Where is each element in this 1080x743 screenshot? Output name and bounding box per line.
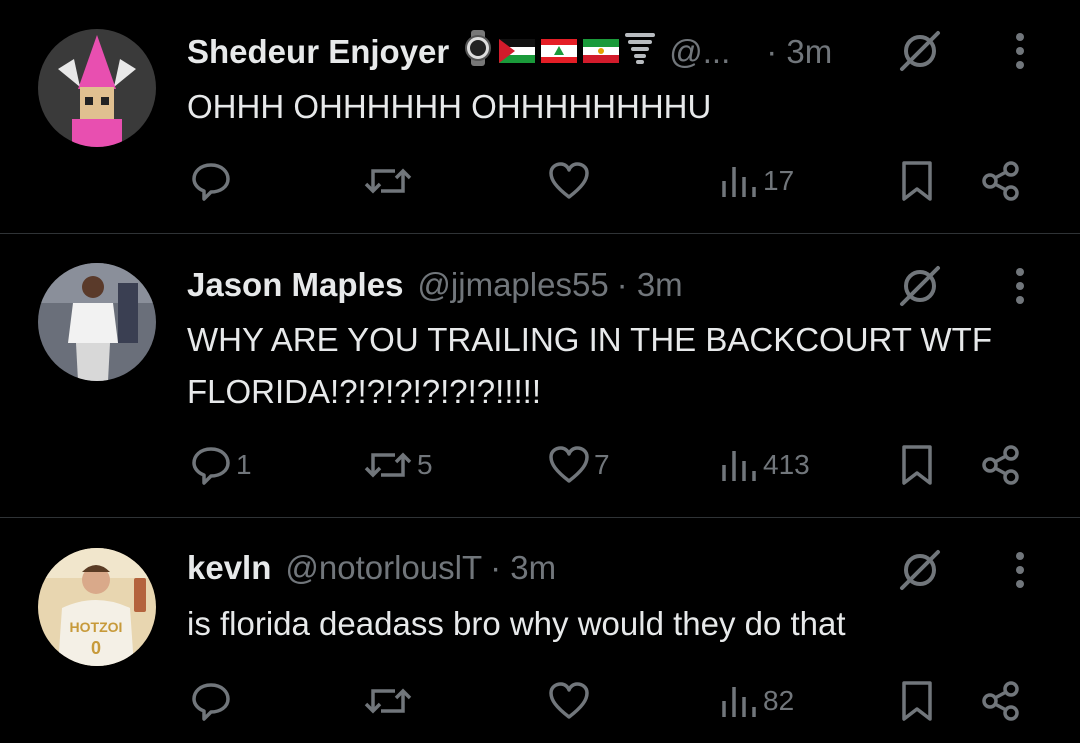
reply-button[interactable] [190, 156, 236, 206]
views-count: 17 [763, 165, 795, 196]
more-options-icon[interactable] [1010, 27, 1030, 75]
post-text-line: WHY ARE YOU TRAILING IN THE BACKCOURT WT… [187, 321, 992, 358]
like-button[interactable]: 7 [548, 440, 610, 490]
tornado-icon [625, 31, 656, 73]
grok-icon[interactable] [896, 546, 944, 594]
share-icon [980, 160, 1022, 202]
reply-icon [190, 681, 232, 721]
svg-text:0: 0 [91, 638, 101, 658]
repost-icon [363, 161, 413, 201]
views-icon [719, 161, 759, 201]
repost-button[interactable]: 5 [363, 440, 433, 490]
repost-button[interactable] [363, 156, 417, 206]
heart-icon [548, 161, 590, 201]
post-text: is florida deadass bro why would they do… [187, 598, 846, 650]
heart-icon [548, 445, 590, 485]
repost-icon [363, 681, 413, 721]
bookmark-button[interactable] [900, 676, 934, 726]
post-time[interactable]: · 3m [766, 33, 832, 71]
iran-lion-sun-flag-icon [583, 33, 620, 71]
avatar[interactable]: HOTZOI 0 [38, 548, 156, 666]
reply-icon [190, 161, 232, 201]
post-text-line: FLORIDA!?!?!?!?!?!?!!!!! [187, 373, 541, 410]
post-text: WHY ARE YOU TRAILING IN THE BACKCOURT WT… [187, 314, 992, 418]
post-time[interactable]: · 3m [490, 549, 556, 587]
bookmark-icon [900, 680, 934, 722]
like-count: 7 [594, 449, 610, 480]
heart-icon [548, 681, 590, 721]
views-button[interactable]: 82 [719, 676, 794, 726]
reply-button[interactable] [190, 676, 236, 726]
post-2[interactable]: Jason Maples @jjmaples55 · 3m WHY ARE YO… [0, 234, 1080, 517]
repost-count: 5 [417, 449, 433, 480]
name-emojis [463, 30, 656, 74]
share-button[interactable] [980, 156, 1022, 206]
post-text: OHHH OHHHHHH OHHHHHHHHU [187, 81, 711, 133]
reply-count: 1 [236, 449, 252, 480]
bookmark-button[interactable] [900, 440, 934, 490]
palestine-flag-icon [499, 33, 536, 71]
post-header: Shedeur Enjoyer @... · 3m [187, 27, 832, 77]
avatar[interactable] [38, 263, 156, 381]
post-header: kevln @notorlouslT · 3m [187, 543, 556, 593]
views-count: 413 [763, 449, 810, 480]
more-options-icon[interactable] [1010, 262, 1030, 310]
views-button[interactable]: 413 [719, 440, 810, 490]
author-name[interactable]: Shedeur Enjoyer [187, 33, 449, 71]
author-name[interactable]: kevln [187, 549, 271, 587]
share-button[interactable] [980, 440, 1022, 490]
more-options-icon[interactable] [1010, 546, 1030, 594]
views-count: 82 [763, 685, 795, 716]
grok-icon[interactable] [896, 27, 944, 75]
post-3[interactable]: HOTZOI 0 kevln @notorlouslT · 3m is flor… [0, 518, 1080, 743]
repost-button[interactable] [363, 676, 417, 726]
bookmark-icon [900, 160, 934, 202]
action-bar: 82 [0, 676, 1080, 726]
author-handle[interactable]: @notorlouslT [285, 549, 482, 587]
svg-text:HOTZOI: HOTZOI [70, 619, 123, 635]
bookmark-icon [900, 444, 934, 486]
bookmark-button[interactable] [900, 156, 934, 206]
like-button[interactable] [548, 676, 594, 726]
post-text-line: OHHH OHHHHHH OHHHHHHHHU [187, 88, 712, 125]
action-bar: 1 5 7 413 [0, 440, 1080, 490]
views-button[interactable]: 17 [719, 156, 794, 206]
share-icon [980, 444, 1022, 486]
author-name[interactable]: Jason Maples [187, 266, 403, 304]
views-icon [719, 681, 759, 721]
grok-icon[interactable] [896, 262, 944, 310]
post-1[interactable]: Shedeur Enjoyer @... · 3m OHHH OHHHHHH O… [0, 0, 1080, 233]
lebanon-flag-icon [541, 33, 578, 71]
reply-button[interactable]: 1 [190, 440, 252, 490]
action-bar: 17 [0, 156, 1080, 206]
like-button[interactable] [548, 156, 594, 206]
author-handle[interactable]: @... [669, 33, 730, 71]
share-icon [980, 680, 1022, 722]
post-time[interactable]: · 3m [617, 266, 683, 304]
repost-icon [363, 445, 413, 485]
post-header: Jason Maples @jjmaples55 · 3m [187, 260, 683, 310]
avatar[interactable] [38, 29, 156, 147]
watch-icon [463, 30, 493, 74]
author-handle[interactable]: @jjmaples55 [417, 266, 608, 304]
views-icon [719, 445, 759, 485]
share-button[interactable] [980, 676, 1022, 726]
reply-icon [190, 445, 232, 485]
post-text-line: is florida deadass bro why would they do… [187, 605, 846, 642]
